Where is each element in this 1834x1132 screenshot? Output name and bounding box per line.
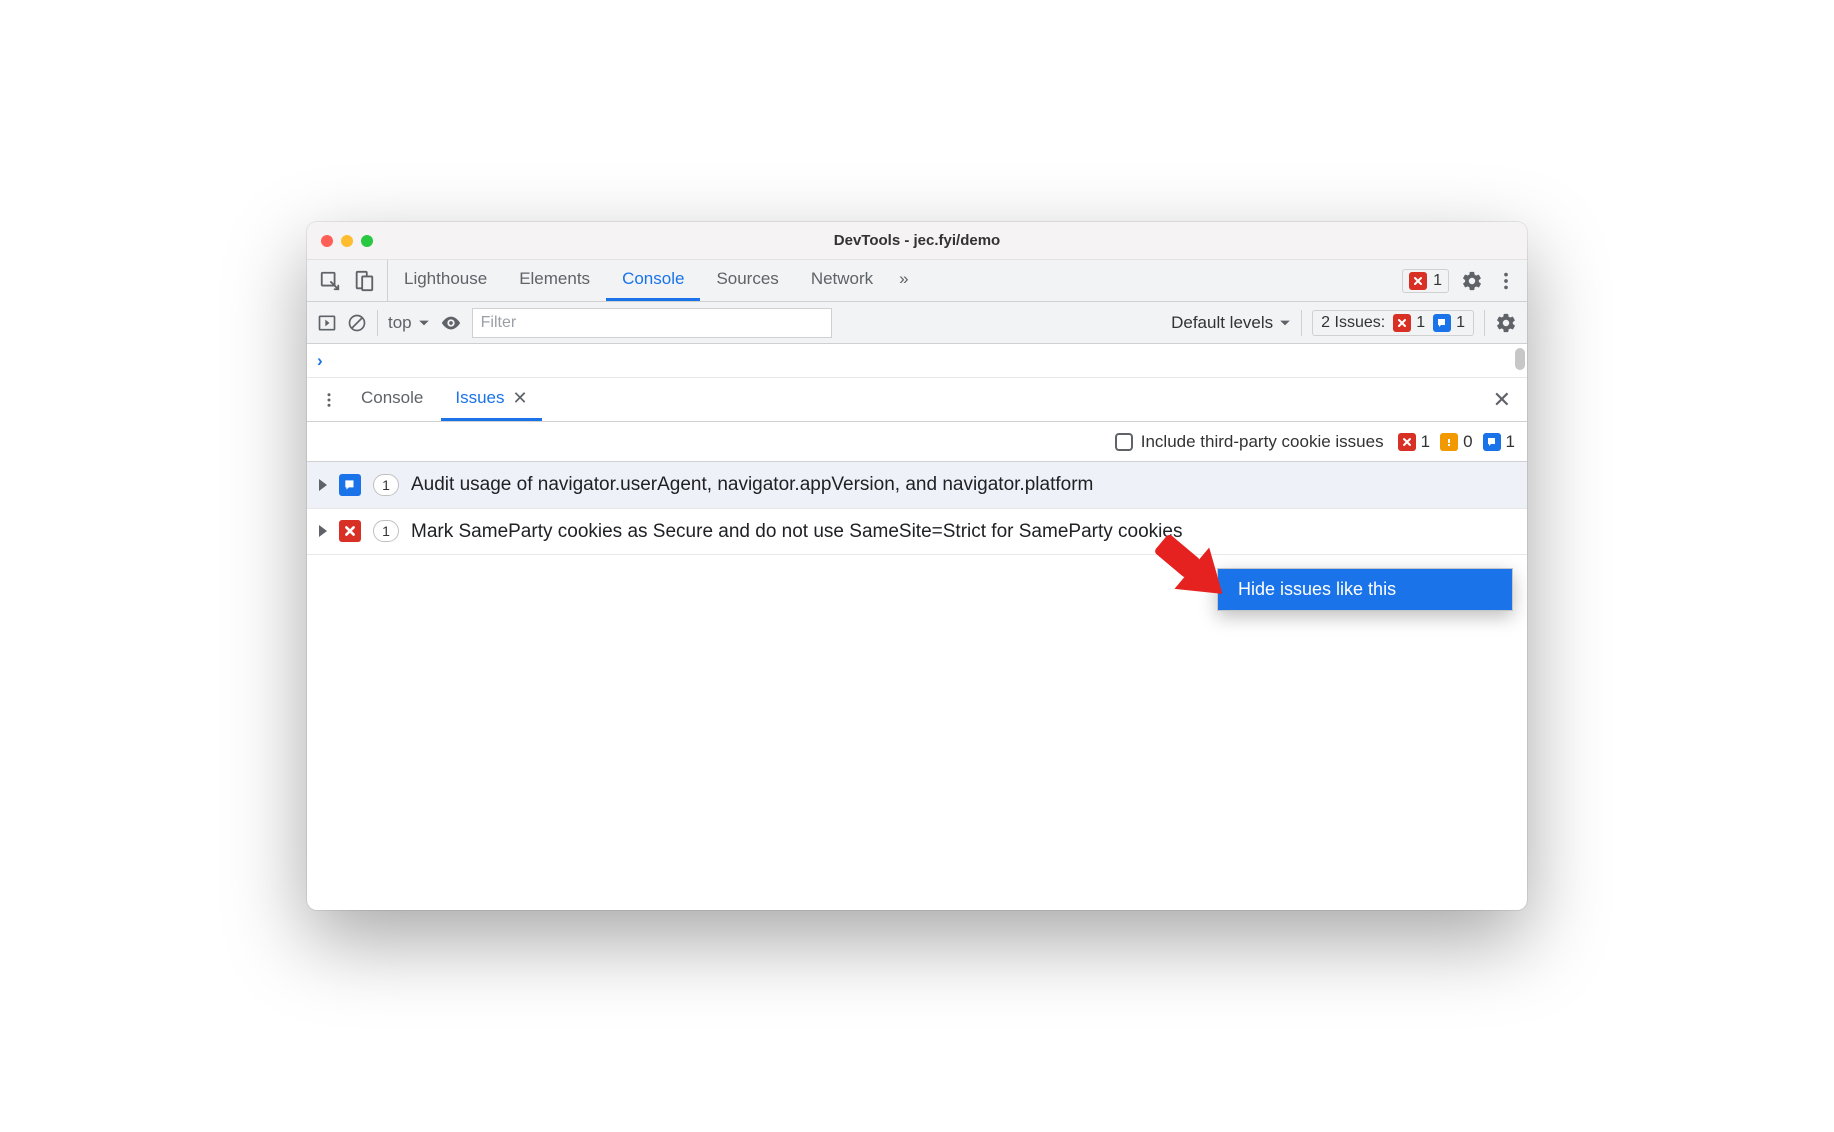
toolbar-separator bbox=[1484, 310, 1485, 336]
error-icon bbox=[1393, 314, 1411, 332]
toolbar-separator bbox=[377, 310, 378, 336]
filter-input[interactable] bbox=[472, 308, 832, 338]
execution-context-select[interactable]: top bbox=[388, 313, 430, 333]
hide-issues-menu-item[interactable]: Hide issues like this bbox=[1218, 569, 1512, 610]
issues-toolbar: Include third-party cookie issues 1 0 1 bbox=[307, 422, 1527, 462]
inspect-element-icon[interactable] bbox=[319, 270, 341, 292]
device-toggle-icon[interactable] bbox=[353, 270, 375, 292]
info-icon bbox=[1433, 314, 1451, 332]
tab-network[interactable]: Network bbox=[795, 260, 889, 301]
counts-error: 1 bbox=[1421, 432, 1430, 452]
tab-elements[interactable]: Elements bbox=[503, 260, 606, 301]
log-levels-select[interactable]: Default levels bbox=[1171, 313, 1291, 333]
chevron-down-icon bbox=[1279, 317, 1291, 329]
maximize-window-button[interactable] bbox=[361, 235, 373, 247]
info-icon bbox=[339, 474, 361, 496]
more-menu-icon[interactable] bbox=[1495, 270, 1517, 292]
titlebar: DevTools - jec.fyi/demo bbox=[307, 222, 1527, 260]
tab-console[interactable]: Console bbox=[606, 260, 700, 301]
console-prompt-icon: › bbox=[317, 351, 323, 371]
checkbox-icon bbox=[1115, 433, 1133, 451]
issues-summary-label: 2 Issues: bbox=[1321, 314, 1385, 332]
issues-info-count: 1 bbox=[1456, 314, 1465, 332]
console-settings-icon[interactable] bbox=[1495, 312, 1517, 334]
main-tabs: Lighthouse Elements Console Sources Netw… bbox=[388, 260, 1392, 301]
tabs-right-group: 1 bbox=[1392, 260, 1527, 301]
tab-lighthouse[interactable]: Lighthouse bbox=[388, 260, 503, 301]
issue-count-pill: 1 bbox=[373, 474, 399, 496]
close-drawer-icon[interactable]: ✕ bbox=[1485, 387, 1519, 413]
issue-row[interactable]: 1 Mark SameParty cookies as Secure and d… bbox=[307, 509, 1527, 556]
error-icon bbox=[339, 520, 361, 542]
console-toolbar: top Default levels 2 Issues: 1 1 bbox=[307, 302, 1527, 344]
issue-category-counts: 1 0 1 bbox=[1398, 432, 1515, 452]
drawer-tabs-row: Console Issues ✕ ✕ bbox=[307, 378, 1527, 422]
drawer-tab-console[interactable]: Console bbox=[347, 378, 437, 421]
tabs-overflow-button[interactable]: » bbox=[889, 260, 918, 301]
main-tabs-row: Lighthouse Elements Console Sources Netw… bbox=[307, 260, 1527, 302]
drawer-tab-issues[interactable]: Issues ✕ bbox=[441, 378, 541, 421]
expand-triangle-icon[interactable] bbox=[319, 479, 327, 491]
issues-summary-button[interactable]: 2 Issues: 1 1 bbox=[1312, 310, 1474, 336]
live-expression-icon[interactable] bbox=[440, 312, 462, 334]
issue-title: Mark SameParty cookies as Secure and do … bbox=[411, 519, 1515, 545]
tab-sources[interactable]: Sources bbox=[700, 260, 794, 301]
execution-context-label: top bbox=[388, 313, 412, 333]
clear-console-icon[interactable] bbox=[347, 313, 367, 333]
context-menu: Hide issues like this bbox=[1217, 568, 1513, 611]
log-levels-label: Default levels bbox=[1171, 313, 1273, 333]
drawer-more-icon[interactable] bbox=[315, 391, 343, 409]
counts-info: 1 bbox=[1506, 432, 1515, 452]
issue-count-pill: 1 bbox=[373, 520, 399, 542]
third-party-cookies-label: Include third-party cookie issues bbox=[1141, 432, 1384, 452]
error-icon bbox=[1409, 272, 1427, 290]
third-party-cookies-checkbox[interactable]: Include third-party cookie issues bbox=[1115, 432, 1384, 452]
traffic-lights bbox=[321, 235, 373, 247]
issue-title: Audit usage of navigator.userAgent, navi… bbox=[411, 472, 1515, 498]
issues-error-count: 1 bbox=[1416, 314, 1425, 332]
error-icon bbox=[1398, 433, 1416, 451]
close-tab-icon[interactable]: ✕ bbox=[513, 388, 528, 409]
console-input-row[interactable]: › bbox=[307, 344, 1527, 378]
toolbar-separator bbox=[1301, 310, 1302, 336]
warning-icon bbox=[1440, 433, 1458, 451]
error-count-value: 1 bbox=[1433, 272, 1442, 290]
drawer-tab-issues-label: Issues bbox=[455, 388, 504, 408]
expand-triangle-icon[interactable] bbox=[319, 525, 327, 537]
issue-row[interactable]: 1 Audit usage of navigator.userAgent, na… bbox=[307, 462, 1527, 509]
counts-warning: 0 bbox=[1463, 432, 1472, 452]
info-icon bbox=[1483, 433, 1501, 451]
toggle-sidebar-icon[interactable] bbox=[317, 313, 337, 333]
settings-icon[interactable] bbox=[1461, 270, 1483, 292]
minimize-window-button[interactable] bbox=[341, 235, 353, 247]
close-window-button[interactable] bbox=[321, 235, 333, 247]
error-count-badge[interactable]: 1 bbox=[1402, 269, 1449, 293]
window-title: DevTools - jec.fyi/demo bbox=[307, 232, 1527, 249]
chevron-down-icon bbox=[418, 317, 430, 329]
devtools-window: DevTools - jec.fyi/demo Lighthouse Eleme… bbox=[307, 222, 1527, 910]
scrollbar-thumb[interactable] bbox=[1515, 348, 1525, 370]
device-toolbar-group bbox=[307, 260, 388, 301]
